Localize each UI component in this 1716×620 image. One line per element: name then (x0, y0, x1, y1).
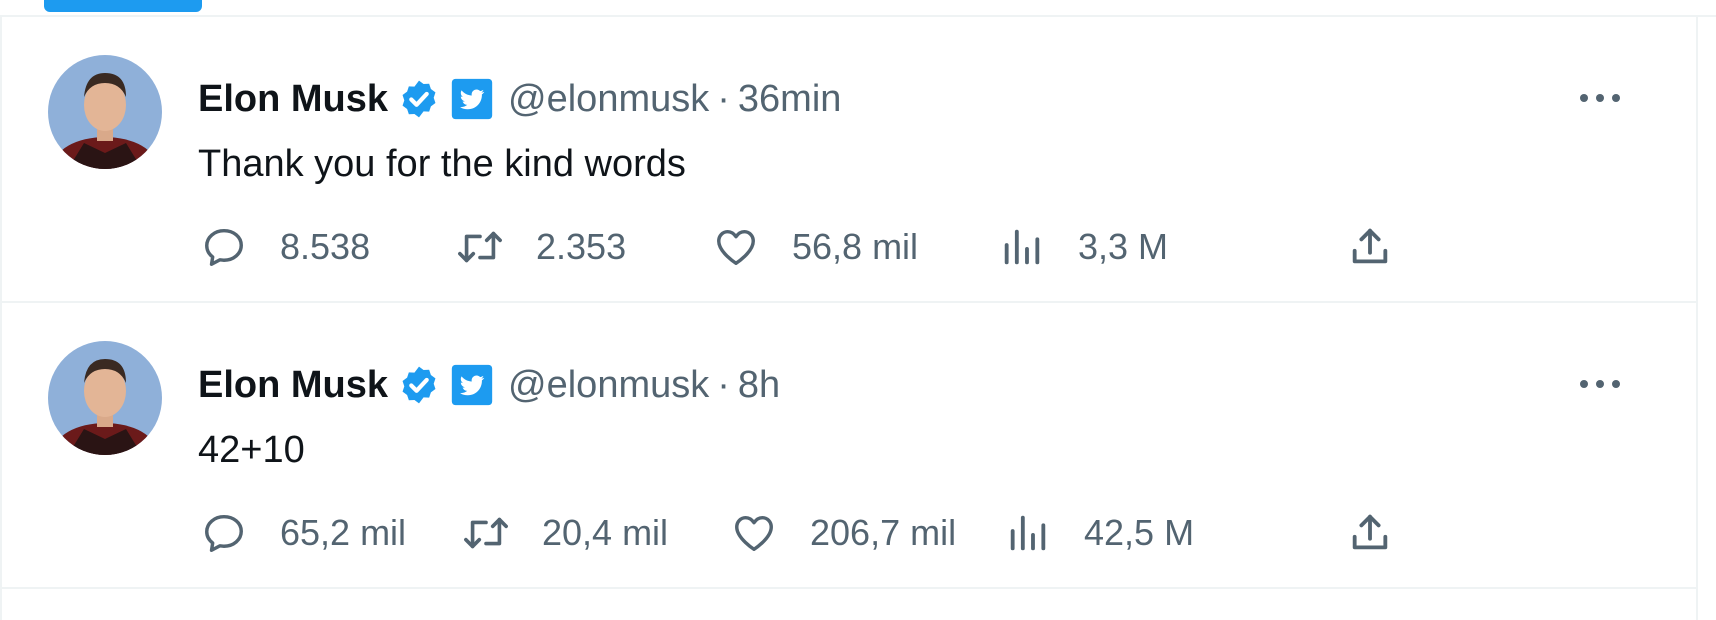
like-button[interactable]: 56,8 mil (710, 217, 918, 277)
share-icon (1352, 514, 1388, 550)
timestamp[interactable]: 8h (738, 364, 780, 407)
retweet-icon (464, 517, 508, 549)
views-button[interactable]: 42,5 M (1002, 503, 1194, 563)
author-handle[interactable]: @elonmusk (508, 364, 709, 407)
like-count: 206,7 mil (810, 512, 957, 553)
share-button[interactable] (1344, 217, 1396, 277)
more-options-button[interactable] (1572, 359, 1628, 409)
tweet[interactable]: Elon Musk @elonmusk · 8h 42+10 65,2 mil (2, 303, 1696, 589)
avatar[interactable] (48, 341, 162, 455)
retweet-button[interactable]: 2.353 (454, 217, 626, 277)
more-options-button[interactable] (1572, 73, 1628, 123)
author-name[interactable]: Elon Musk (198, 364, 388, 407)
views-button[interactable]: 3,3 M (996, 217, 1168, 277)
like-icon (717, 229, 755, 266)
timeline: Elon Musk @elonmusk · 36min Thank you fo… (0, 17, 1698, 620)
twitter-logo-icon (451, 364, 493, 406)
tweet[interactable]: Elon Musk @elonmusk · 36min Thank you fo… (2, 17, 1696, 303)
share-button[interactable] (1344, 503, 1396, 563)
retweet-button[interactable]: 20,4 mil (460, 503, 668, 563)
reply-button[interactable]: 65,2 mil (198, 503, 406, 563)
like-count: 56,8 mil (792, 226, 919, 267)
retweet-icon (458, 231, 502, 263)
avatar[interactable] (48, 55, 162, 169)
reply-count: 8.538 (280, 226, 371, 267)
verified-badge-icon[interactable] (398, 78, 440, 120)
tweet-text: Thank you for the kind words (198, 143, 686, 185)
verified-badge-icon[interactable] (398, 364, 440, 406)
timestamp[interactable]: 36min (738, 78, 842, 121)
retweet-count: 2.353 (536, 226, 627, 267)
reply-count: 65,2 mil (280, 512, 407, 553)
view-count: 3,3 M (1078, 226, 1169, 267)
tweet-header: Elon Musk @elonmusk · 36min (198, 77, 841, 121)
tweet-actions: 65,2 mil 20,4 mil 206,7 mil 42,5 M (198, 503, 1428, 563)
twitter-logo-icon (451, 78, 493, 120)
tweet-header: Elon Musk @elonmusk · 8h (198, 363, 780, 407)
like-button[interactable]: 206,7 mil (728, 503, 956, 563)
view-count: 42,5 M (1084, 512, 1195, 553)
views-icon (1004, 229, 1040, 265)
separator: · (717, 363, 730, 406)
reply-icon (205, 514, 243, 552)
more-icon (1580, 380, 1620, 388)
views-icon (1010, 515, 1046, 551)
author-handle[interactable]: @elonmusk (508, 78, 709, 121)
reply-button[interactable]: 8.538 (198, 217, 370, 277)
share-icon (1352, 228, 1388, 264)
retweet-count: 20,4 mil (542, 512, 669, 553)
tweet-actions: 8.538 2.353 56,8 mil 3,3 M (198, 217, 1428, 277)
like-icon (735, 515, 773, 552)
tweet-text: 42+10 (198, 429, 305, 471)
reply-icon (205, 228, 243, 266)
active-tab-indicator (44, 0, 202, 12)
separator: · (717, 77, 730, 120)
more-icon (1580, 94, 1620, 102)
author-name[interactable]: Elon Musk (198, 78, 388, 121)
